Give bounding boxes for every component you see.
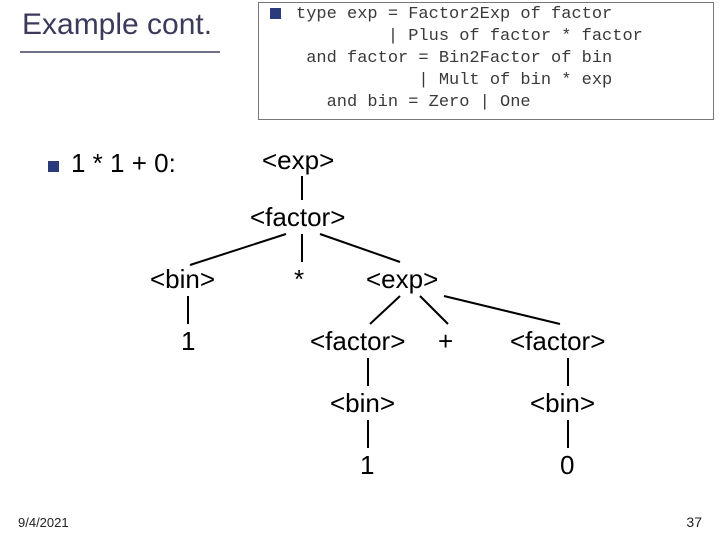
footer-page-number: 37 (686, 514, 702, 530)
node-bin: <bin> (150, 264, 215, 295)
bullet-icon (270, 8, 281, 19)
node-one: 1 (181, 326, 195, 357)
expression-text: 1 * 1 + 0: (71, 148, 176, 178)
node-exp: <exp> (262, 145, 334, 176)
code-line: and bin = Zero | One (296, 93, 531, 112)
expression-bullet: 1 * 1 + 0: (48, 148, 176, 179)
code-line: | Plus of factor * factor (296, 27, 643, 46)
code-line: type exp = Factor2Exp of factor (296, 5, 612, 24)
node-bin: <bin> (330, 388, 395, 419)
node-star: * (294, 264, 304, 295)
node-bin: <bin> (530, 388, 595, 419)
node-one: 1 (360, 450, 374, 481)
code-line: and factor = Bin2Factor of bin (296, 49, 612, 68)
node-exp: <exp> (366, 264, 438, 295)
bullet-icon (48, 161, 59, 172)
node-factor: <factor> (510, 326, 605, 357)
footer-date: 9/4/2021 (18, 515, 69, 530)
type-definition: type exp = Factor2Exp of factor | Plus o… (296, 4, 643, 114)
title-underline (20, 51, 220, 53)
node-plus: + (438, 326, 453, 357)
node-factor: <factor> (250, 202, 345, 233)
code-line: | Mult of bin * exp (296, 71, 612, 90)
node-factor: <factor> (310, 326, 405, 357)
node-zero: 0 (560, 450, 574, 481)
page-title: Example cont. (22, 8, 212, 42)
